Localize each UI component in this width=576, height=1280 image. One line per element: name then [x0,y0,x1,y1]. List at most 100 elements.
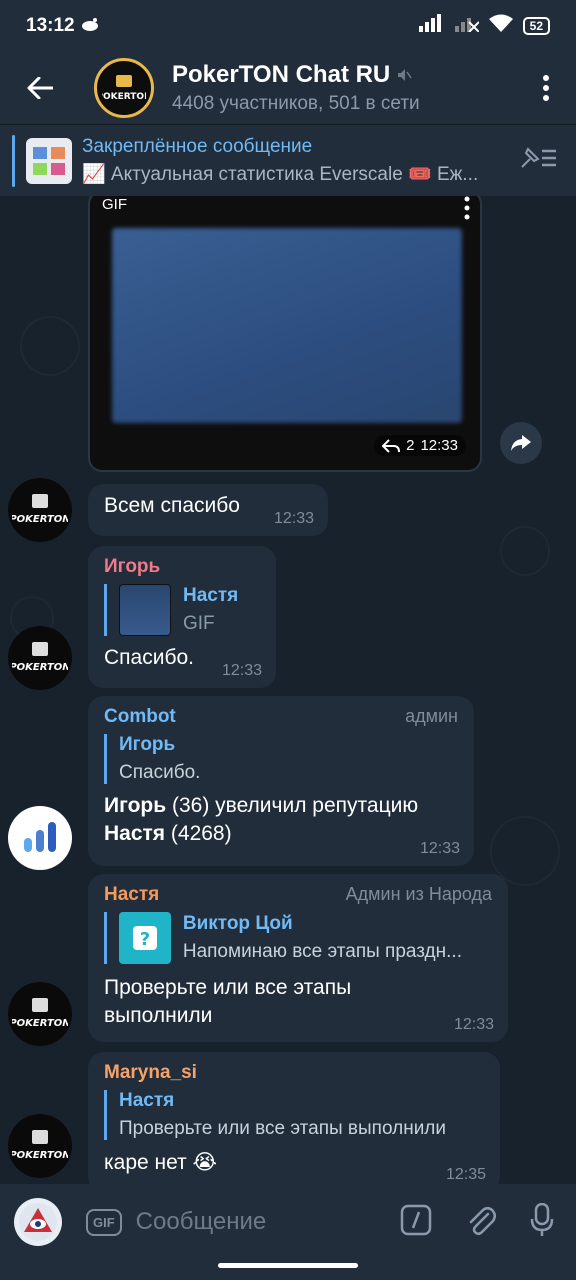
message-text: каре нет 😭 [104,1151,218,1174]
question-icon: ? [132,926,157,950]
chat-messages[interactable]: GIF 2 12:33 POKERTON Всем спасибо 12:33 … [0,196,576,1184]
reply-author: Виктор Цой [182,913,293,934]
battery-level: 52 [522,17,550,35]
pinned-message-bar[interactable]: Закреплённое сообщение 📈 Актуальная стат… [0,124,576,196]
pokerton-avatar-icon: POKERTON [12,494,68,525]
header-info[interactable]: PokerTON Chat RU 4408 участников, 501 в … [172,61,420,115]
stats-thumbnail-icon [33,146,65,175]
reply-text: GIF [183,613,215,634]
pokerton-avatar-icon: POKERTON [12,1130,68,1161]
message-text: (4268) [165,822,232,845]
share-button[interactable] [500,422,542,464]
home-gesture-handle[interactable] [218,1263,358,1268]
more-vertical-icon [464,196,470,220]
message-time: 12:35 [445,1166,486,1183]
status-time: 13:12 [26,15,75,36]
bot-commands-button[interactable] [400,1204,432,1241]
user-mention: Игорь [104,794,167,817]
sender-name[interactable]: Игорь [104,556,260,578]
background-doodle [20,316,80,376]
message-bubble[interactable]: Всем спасибо 12:33 [88,484,328,536]
reply-thumbnail [119,584,171,636]
reply-text: Спасибо. [119,762,201,783]
reply-preview[interactable]: Настя Проверьте или все этапы выполнили [104,1090,484,1140]
reply-author: Настя [119,1090,175,1111]
svg-text:?: ? [140,929,150,950]
sender-role: Админ из Народа [345,884,492,904]
message-time: 12:33 [221,662,262,679]
message-bubble[interactable]: Combot админ Игорь Спасибо. Игорь (36) у… [88,696,474,866]
avatar[interactable]: POKERTON [8,1114,72,1178]
more-vertical-icon [543,75,549,101]
back-button[interactable] [0,52,80,124]
slash-command-icon [400,1204,432,1235]
message-text: (36) увеличил репутацию [166,794,419,817]
message-bubble[interactable]: Игорь Настя GIF Спасибо. 12:33 [88,546,276,688]
message-input-bar: GIF [0,1184,576,1260]
svg-text:POKERTON: POKERTON [102,92,146,102]
reddit-notification-icon [81,15,99,37]
svg-text:POKERTON: POKERTON [12,1150,68,1161]
avatar[interactable]: POKERTON [8,982,72,1046]
message-line-1: Игорь (36) увеличил репутацию [104,794,458,818]
chat-subtitle: 4408 участников, 501 в сети [172,93,420,114]
gif-meta: 2 12:33 [374,435,466,456]
background-doodle [500,526,550,576]
pokerton-avatar-icon: POKERTON [12,642,68,673]
gif-message[interactable]: GIF 2 12:33 [88,196,482,472]
message-time: 12:33 [273,510,314,527]
chat-header: POKERTON PokerTON Chat RU 4408 участнико… [0,52,576,124]
send-as-avatar[interactable] [14,1198,62,1246]
more-menu-button[interactable] [516,75,576,101]
sender-name[interactable]: Настя [104,884,159,906]
message-line-2: Настя (4268) [104,822,458,846]
status-bar: 13:12 52 [0,0,576,52]
pokerton-logo-icon: POKERTON [102,75,146,102]
user-mention: Настя [104,822,166,845]
pinned-title: Закреплённое сообщение [82,135,313,157]
reply-text: Проверьте или все этапы выполнили [119,1118,447,1139]
pin-list-icon [521,147,556,168]
no-signal-icon [454,14,480,38]
message-bubble[interactable]: Настя Админ из Народа ? Виктор Цой Напом… [88,874,508,1042]
message-time: 12:33 [419,840,460,857]
share-arrow-icon [511,435,531,451]
svg-text:POKERTON: POKERTON [12,1018,68,1029]
eye-triangle-icon [19,1203,57,1241]
question-thumbnail: ? [119,912,171,964]
reply-author: Игорь [119,734,176,755]
gif-label: GIF [102,196,127,213]
reply-preview[interactable]: ? Виктор Цой Напоминаю все этапы праздн.… [104,912,492,964]
message-time: 12:33 [453,1016,494,1033]
reply-preview[interactable]: Настя GIF [104,584,260,636]
sender-name[interactable]: Maryna_si [104,1062,484,1084]
reply-preview[interactable]: Игорь Спасибо. [104,734,458,784]
pinned-indicator [12,135,15,187]
group-avatar[interactable]: POKERTON [94,58,154,118]
pinned-list-button[interactable] [520,145,558,176]
reply-author: Настя [183,585,239,606]
gif-menu-button[interactable] [464,196,470,225]
sender-role: админ [405,706,458,726]
avatar[interactable]: POKERTON [8,626,72,690]
chat-title: PokerTON Chat RU [172,61,391,88]
reply-icon [382,438,401,453]
bar-chart-icon [24,822,56,852]
sender-name[interactable]: Combot [104,706,176,728]
combot-avatar[interactable] [8,806,72,870]
paperclip-icon [469,1206,496,1235]
signal-icon [418,14,445,38]
svg-text:POKERTON: POKERTON [12,662,68,673]
microphone-icon [530,1202,554,1236]
message-text: Всем спасибо [104,494,240,517]
reply-text: Напоминаю все этапы праздн... [182,941,462,962]
message-input[interactable] [135,1208,356,1236]
svg-text:POKERTON: POKERTON [12,514,68,525]
system-nav-bar [0,1260,576,1280]
gif-button[interactable]: GIF [86,1208,122,1236]
message-bubble[interactable]: Maryna_si Настя Проверьте или все этапы … [88,1052,500,1184]
avatar[interactable]: POKERTON [8,478,72,542]
voice-button[interactable] [530,1202,554,1242]
attach-button[interactable] [466,1204,496,1241]
gif-preview [112,228,462,423]
